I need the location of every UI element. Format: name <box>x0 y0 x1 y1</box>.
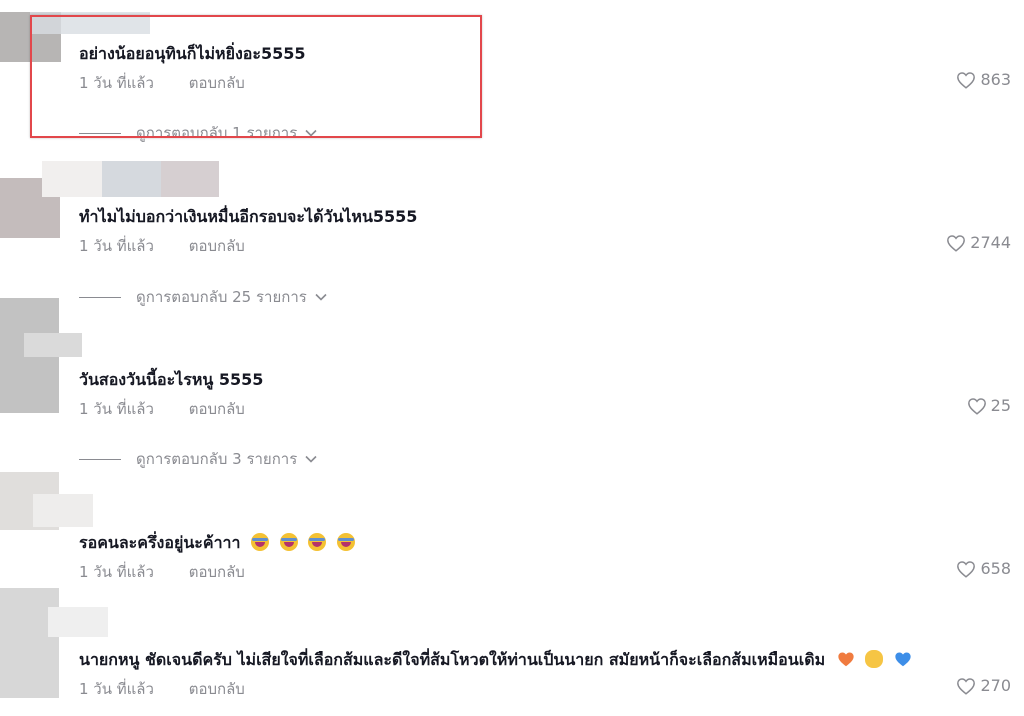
reply-button[interactable]: ตอบกลับ <box>189 397 245 421</box>
like-count: 25 <box>990 396 1011 415</box>
username-blur <box>33 494 93 527</box>
like-count: 863 <box>980 70 1011 89</box>
comment-meta: 1 วัน ที่แล้ว ตอบกลับ <box>79 560 245 584</box>
chevron-down-icon <box>315 293 327 301</box>
reply-button[interactable]: ตอบกลับ <box>189 71 245 95</box>
handshake-emoji <box>865 650 884 668</box>
comment-text: รอคนละครึ่งอยู่นะค้าาา <box>79 533 241 552</box>
comment-meta: 1 วัน ที่แล้ว ตอบกลับ <box>79 677 245 701</box>
view-replies-label: ดูการตอบกลับ 25 รายการ <box>136 288 307 306</box>
like-button[interactable]: 2744 <box>946 233 1011 252</box>
heart-outline-icon <box>967 397 986 415</box>
divider-line <box>79 458 121 460</box>
comment-text: นายกหนู ชัดเจนดีครับ ไม่เสียใจที่เลือกส้… <box>79 650 826 669</box>
comment-time: 1 วัน ที่แล้ว <box>79 400 154 418</box>
view-replies-label: ดูการตอบกลับ 1 รายการ <box>136 124 298 142</box>
like-count: 658 <box>980 559 1011 578</box>
laughing-emoji <box>308 533 327 551</box>
avatar-blur <box>0 588 59 698</box>
heart-outline-icon <box>947 234 966 252</box>
like-button[interactable]: 863 <box>956 70 1011 89</box>
laughing-emoji <box>279 533 298 551</box>
like-count: 2744 <box>970 233 1011 252</box>
comment-text-row: นายกหนู ชัดเจนดีครับ ไม่เสียใจที่เลือกส้… <box>79 648 912 673</box>
comment-text-row: รอคนละครึ่งอยู่นะค้าาา <box>79 531 355 556</box>
comment-text: ทำไมไม่บอกว่าเงินหมื่นอีกรอบจะได้วันไหน5… <box>79 207 418 226</box>
orange-heart-emoji <box>838 652 854 667</box>
like-count: 270 <box>980 676 1011 695</box>
view-replies-button[interactable]: ดูการตอบกลับ 3 รายการ <box>79 447 317 471</box>
blue-heart-emoji <box>895 652 911 667</box>
comment-text: อย่างน้อยอนุทินก็ไม่หยิ่งอะ5555 <box>79 44 306 63</box>
reply-button[interactable]: ตอบกลับ <box>189 677 245 701</box>
username-blur <box>102 161 161 197</box>
comment-text: วันสองวันนี้อะไรหนู 5555 <box>79 370 264 389</box>
heart-outline-icon <box>957 677 976 695</box>
laughing-emoji <box>251 533 270 551</box>
laughing-emoji <box>336 533 355 551</box>
reply-button[interactable]: ตอบกลับ <box>189 234 245 258</box>
username-blur <box>161 161 219 197</box>
username-blur <box>30 12 150 34</box>
username-blur <box>48 607 108 637</box>
like-button[interactable]: 270 <box>956 676 1011 695</box>
comment-time: 1 วัน ที่แล้ว <box>79 237 154 255</box>
comment-time: 1 วัน ที่แล้ว <box>79 563 154 581</box>
username-blur <box>42 161 102 197</box>
divider-line <box>79 296 121 298</box>
like-button[interactable]: 658 <box>956 559 1011 578</box>
comment-meta: 1 วัน ที่แล้ว ตอบกลับ <box>79 71 245 95</box>
chevron-down-icon <box>305 455 317 463</box>
heart-outline-icon <box>957 71 976 89</box>
reply-button[interactable]: ตอบกลับ <box>189 560 245 584</box>
divider-line <box>79 132 121 134</box>
chevron-down-icon <box>305 129 317 137</box>
username-blur <box>24 333 82 357</box>
heart-outline-icon <box>957 560 976 578</box>
view-replies-label: ดูการตอบกลับ 3 รายการ <box>136 450 298 468</box>
comment-meta: 1 วัน ที่แล้ว ตอบกลับ <box>79 234 245 258</box>
view-replies-button[interactable]: ดูการตอบกลับ 1 รายการ <box>79 121 317 145</box>
view-replies-button[interactable]: ดูการตอบกลับ 25 รายการ <box>79 285 327 309</box>
comment-meta: 1 วัน ที่แล้ว ตอบกลับ <box>79 397 245 421</box>
comment-time: 1 วัน ที่แล้ว <box>79 74 154 92</box>
like-button[interactable]: 25 <box>967 396 1011 415</box>
comment-time: 1 วัน ที่แล้ว <box>79 680 154 698</box>
